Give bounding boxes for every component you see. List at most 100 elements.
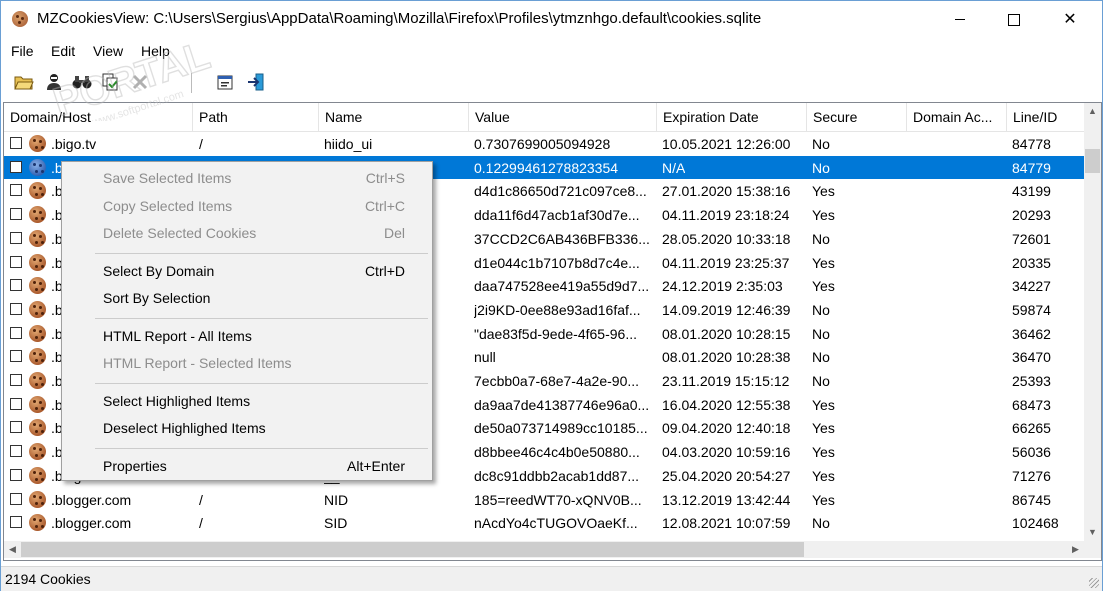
cell-id: 84779 <box>1012 159 1051 176</box>
menu-item-html-report-all-items[interactable]: HTML Report - All Items <box>62 324 432 350</box>
cookie-icon <box>29 372 46 389</box>
exit-icon[interactable] <box>245 71 267 93</box>
table-row[interactable]: .blogger.com / NID 185=reedWT70-xQNV0B... 13… <box>4 488 1084 512</box>
cell-value: 0.7307699005094928 <box>474 136 611 152</box>
vertical-scrollbar[interactable]: ▲ ▼ <box>1084 103 1101 541</box>
cell-expires: 08.01.2020 10:28:15 <box>662 325 791 342</box>
cell-expires: 25.04.2020 20:54:27 <box>662 467 791 484</box>
row-checkbox[interactable] <box>10 492 22 505</box>
cell-secure: Yes <box>812 491 835 508</box>
resize-grip-icon[interactable] <box>1089 578 1099 588</box>
menu-file[interactable]: File <box>11 43 34 59</box>
menu-item-label: Deselect Highlighed Items <box>103 420 266 436</box>
cell-path: / <box>199 491 203 508</box>
row-checkbox[interactable] <box>10 302 22 315</box>
cell-value: de50a073714989cc10185... <box>474 420 648 437</box>
cell-expires: 04.11.2019 23:25:37 <box>662 254 790 271</box>
cell-id: 36462 <box>1012 325 1051 342</box>
title-bar[interactable]: MZCookiesView: C:\Users\Sergius\AppData\… <box>1 1 1102 39</box>
cell-expires: 16.04.2020 12:55:38 <box>662 396 791 413</box>
cell-value: d1e044c1b7107b8d7c4e... <box>474 254 640 271</box>
properties-icon[interactable] <box>215 71 237 93</box>
row-checkbox[interactable] <box>10 184 22 197</box>
row-checkbox[interactable] <box>10 208 22 221</box>
menu-item-label: Delete Selected Cookies <box>103 225 257 241</box>
find-binoculars-icon[interactable] <box>71 71 93 93</box>
menu-view[interactable]: View <box>93 43 123 59</box>
row-checkbox[interactable] <box>10 516 22 529</box>
cell-id: 66265 <box>1012 420 1051 437</box>
cookie-icon <box>29 229 46 247</box>
cookie-icon <box>29 466 46 484</box>
table-row[interactable]: .bigo.tv / hiido_ui 0.7307699005094928 10.05… <box>4 132 1084 156</box>
menu-item-shortcut: Del <box>383 225 405 241</box>
cell-host: .blogger.com <box>51 491 132 508</box>
cell-expires: 23.11.2019 15:15:12 <box>662 373 790 389</box>
maximize-button[interactable] <box>991 1 1037 39</box>
row-checkbox[interactable] <box>10 350 22 363</box>
column-value[interactable]: Value <box>469 103 657 131</box>
row-checkbox[interactable] <box>10 255 22 268</box>
cell-host: .blogger.com <box>51 515 132 532</box>
scroll-up-icon[interactable]: ▲ <box>1084 103 1101 120</box>
row-checkbox[interactable] <box>10 160 22 173</box>
cell-secure: No <box>812 159 830 176</box>
cell-value: j2i9KD-0ee88e93ad16faf... <box>474 301 641 318</box>
menu-item-properties[interactable]: Properties Alt+Enter <box>62 454 432 480</box>
menu-item-sort-by-selection[interactable]: Sort By Selection <box>62 286 432 312</box>
close-icon: ✕ <box>1063 11 1077 28</box>
column-line-id[interactable]: Line/ID <box>1007 103 1084 131</box>
cookie-icon <box>29 277 46 295</box>
menu-item-save-selected-items: Save Selected Items Ctrl+S <box>62 166 432 192</box>
menu-item-deselect-highlighed-items[interactable]: Deselect Highlighed Items <box>62 416 432 442</box>
cell-value: 0.12299461278823354 <box>474 159 619 176</box>
menu-edit[interactable]: Edit <box>51 43 75 59</box>
cell-value: dc8c91ddbb2acab1dd87... <box>474 467 640 484</box>
menu-item-label: Properties <box>103 457 167 474</box>
cookie-icon <box>29 419 46 437</box>
horizontal-scrollbar[interactable]: ◀ ▶ <box>4 541 1084 558</box>
menu-item-select-by-domain[interactable]: Select By Domain Ctrl+D <box>62 259 432 285</box>
row-checkbox[interactable] <box>10 421 22 434</box>
scroll-right-icon[interactable]: ▶ <box>1067 541 1084 558</box>
row-checkbox[interactable] <box>10 326 22 339</box>
cell-secure: No <box>812 515 830 532</box>
row-checkbox[interactable] <box>10 468 22 481</box>
vertical-scroll-thumb[interactable] <box>1085 149 1100 173</box>
cell-secure: No <box>812 301 830 318</box>
cell-id: 20293 <box>1012 207 1051 224</box>
table-row[interactable]: .blogger.com / SID nAcdYo4cTUGOVOaeKf... 12.… <box>4 511 1084 535</box>
column-path[interactable]: Path <box>193 103 319 131</box>
main-window: MZCookiesView: C:\Users\Sergius\AppData\… <box>0 0 1103 591</box>
cell-id: 59874 <box>1012 301 1051 318</box>
column-secure[interactable]: Secure <box>807 103 907 131</box>
delete-icon[interactable] <box>129 71 151 93</box>
close-button[interactable]: ✕ <box>1047 1 1093 39</box>
menu-help[interactable]: Help <box>141 43 170 59</box>
cookie-icon <box>29 300 46 318</box>
minimize-button[interactable] <box>937 1 983 39</box>
cell-secure: No <box>812 349 830 366</box>
row-checkbox[interactable] <box>10 374 22 386</box>
scroll-left-icon[interactable]: ◀ <box>4 541 21 558</box>
column-name[interactable]: Name <box>319 103 469 131</box>
row-checkbox[interactable] <box>10 231 22 244</box>
scroll-down-icon[interactable]: ▼ <box>1084 524 1101 541</box>
horizontal-scroll-thumb[interactable] <box>21 542 804 557</box>
menu-item-select-highlighed-items[interactable]: Select Highlighed Items <box>62 389 432 415</box>
menu-item-shortcut: Alt+Enter <box>347 457 405 474</box>
cookie-icon <box>29 206 46 224</box>
copy-icon[interactable] <box>99 71 121 93</box>
user-icon[interactable] <box>43 71 65 93</box>
cell-expires: 14.09.2019 12:46:39 <box>662 301 791 318</box>
row-checkbox[interactable] <box>10 279 22 292</box>
row-checkbox[interactable] <box>10 397 22 410</box>
column-expiration-date[interactable]: Expiration Date <box>657 103 807 131</box>
row-checkbox[interactable] <box>10 137 22 149</box>
column-domain-host[interactable]: Domain/Host <box>4 103 193 131</box>
row-checkbox[interactable] <box>10 445 22 458</box>
open-folder-icon[interactable] <box>13 71 35 93</box>
cookie-app-icon <box>12 11 28 27</box>
column-domain-access[interactable]: Domain Ac... <box>907 103 1007 131</box>
status-cookie-count: 2194 Cookies <box>5 571 91 587</box>
